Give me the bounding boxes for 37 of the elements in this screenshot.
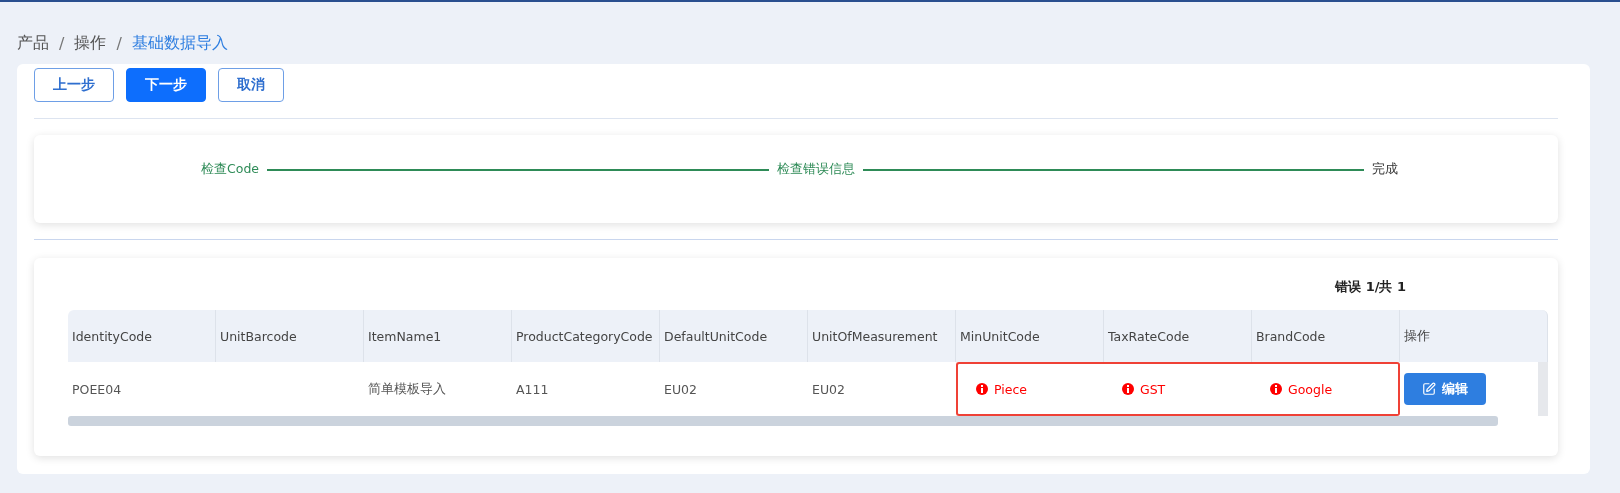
breadcrumb-item[interactable]: 基础数据导入 <box>131 32 228 54</box>
step-label: 完成 <box>1372 161 1398 178</box>
column-header: IdentityCode <box>68 310 216 362</box>
column-header: ItemName1 <box>364 310 512 362</box>
column-header: UnitBarcode <box>216 310 364 362</box>
info-icon <box>1270 383 1282 395</box>
column-header: MinUnitCode <box>956 310 1104 362</box>
step-label: 检查错误信息 <box>776 161 855 178</box>
error-value: Google <box>1288 381 1333 397</box>
column-header: 操作 <box>1400 310 1548 362</box>
breadcrumb-item[interactable]: 产品 <box>17 32 49 54</box>
table-cell-text: A111 <box>515 380 550 399</box>
vertical-scrollbar[interactable] <box>1538 362 1548 416</box>
breadcrumb-separator: / <box>116 33 122 53</box>
column-header: TaxRateCode <box>1104 310 1252 362</box>
edit-button[interactable]: 编辑 <box>1404 373 1486 405</box>
column-header: DefaultUnitCode <box>660 310 808 362</box>
column-header: ProductCategoryCode <box>512 310 660 362</box>
table-cell-text: EU02 <box>663 380 698 399</box>
column-header: BrandCode <box>1252 310 1400 362</box>
horizontal-scrollbar[interactable] <box>68 416 1498 426</box>
breadcrumb-item[interactable]: 操作 <box>74 32 107 54</box>
error-value: GST <box>1140 381 1166 397</box>
edit-icon <box>1422 382 1436 396</box>
step-button[interactable]: 上一步 <box>34 68 114 102</box>
table-cell-text: EU02 <box>811 380 846 399</box>
step-label: 检查Code <box>201 161 259 178</box>
breadcrumb-separator: / <box>59 33 65 53</box>
column-header: UnitOfMeasurement <box>808 310 956 362</box>
table-cell-text: 简单模板导入 <box>367 379 447 398</box>
next-button[interactable]: 下一步 <box>126 68 206 102</box>
step-button[interactable]: 取消 <box>218 68 284 102</box>
info-icon <box>976 383 988 395</box>
error-count: 错误 1/共 1 <box>1334 278 1407 296</box>
error-value: Piece <box>994 381 1027 397</box>
table-cell-text: POEE04 <box>71 380 123 399</box>
info-icon <box>1122 383 1134 395</box>
